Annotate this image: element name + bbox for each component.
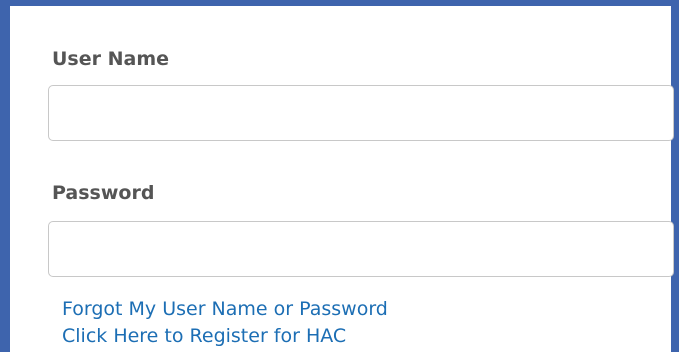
login-panel: User Name Password Forgot My User Name o… bbox=[0, 0, 679, 352]
register-link[interactable]: Click Here to Register for HAC bbox=[62, 327, 346, 346]
username-label: User Name bbox=[52, 48, 170, 70]
forgot-credentials-link[interactable]: Forgot My User Name or Password bbox=[62, 300, 388, 319]
password-input[interactable] bbox=[48, 221, 674, 277]
password-label: Password bbox=[52, 182, 155, 204]
username-input[interactable] bbox=[48, 85, 674, 141]
